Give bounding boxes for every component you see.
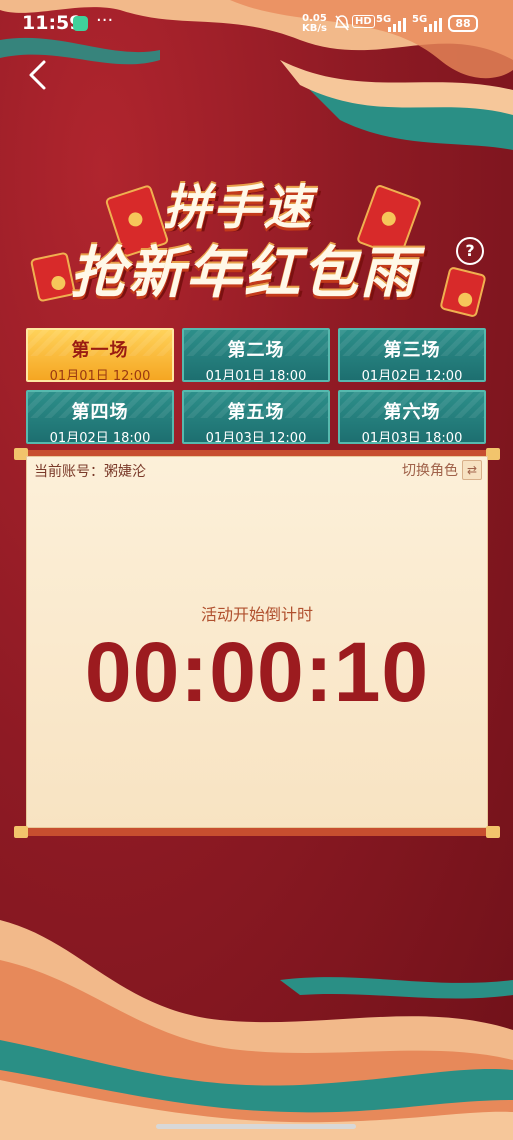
network-speed-unit: KB/s bbox=[302, 23, 327, 34]
session-time: 01月01日 18:00 bbox=[205, 369, 307, 382]
notification-app-icon bbox=[73, 16, 88, 31]
session-name: 第一场 bbox=[71, 340, 129, 361]
switch-role-button[interactable]: 切换角色 ⇄ bbox=[402, 460, 482, 480]
session-time: 01月03日 12:00 bbox=[205, 431, 307, 444]
session-time: 01月02日 18:00 bbox=[49, 431, 151, 444]
switch-role-label: 切换角色 bbox=[402, 463, 458, 479]
hd-voice-icon: HD bbox=[352, 15, 375, 28]
session-name: 第二场 bbox=[227, 340, 285, 361]
session-tab-6[interactable]: 第六场 01月03日 18:00 bbox=[338, 390, 486, 444]
session-name: 第三场 bbox=[383, 340, 441, 361]
chevron-left-icon bbox=[29, 60, 46, 90]
session-tab-5[interactable]: 第五场 01月03日 12:00 bbox=[182, 390, 330, 444]
session-time: 01月01日 12:00 bbox=[49, 369, 151, 382]
help-question-icon[interactable]: ? bbox=[456, 237, 484, 265]
title-line-2: 抢新年红包雨 bbox=[70, 240, 418, 306]
session-tabs: 第一场 01月01日 12:00 第二场 01月01日 18:00 第三场 01… bbox=[26, 328, 488, 444]
status-bar: 11:59 ··· 0.05 KB/s HD 5G 5G 88 bbox=[0, 0, 513, 48]
back-button[interactable] bbox=[24, 58, 52, 92]
more-notifications-icon: ··· bbox=[96, 10, 114, 31]
session-name: 第四场 bbox=[71, 402, 129, 423]
session-tab-3[interactable]: 第三场 01月02日 12:00 bbox=[338, 328, 486, 382]
swap-arrows-icon: ⇄ bbox=[462, 460, 482, 480]
event-title: 拼手速 抢新年红包雨 bbox=[0, 168, 513, 308]
scroll-rod-bottom bbox=[14, 826, 500, 838]
countdown-timer: 00:00:10 bbox=[84, 625, 430, 719]
mute-bell-icon bbox=[334, 14, 350, 36]
session-time: 01月02日 12:00 bbox=[361, 369, 463, 382]
countdown-label: 活动开始倒计时 bbox=[200, 605, 313, 624]
session-tab-4[interactable]: 第四场 01月02日 18:00 bbox=[26, 390, 174, 444]
home-indicator[interactable] bbox=[156, 1124, 356, 1129]
network-speed: 0.05 KB/s bbox=[302, 14, 327, 34]
current-account-label: 当前账号：粥婕沦 bbox=[34, 464, 146, 480]
bottom-wave-decoration bbox=[0, 920, 513, 1140]
countdown-panel: 当前账号：粥婕沦 切换角色 ⇄ 活动开始倒计时 00:00:10 bbox=[26, 456, 488, 828]
session-tab-1[interactable]: 第一场 01月01日 12:00 bbox=[26, 328, 174, 382]
session-time: 01月03日 18:00 bbox=[361, 431, 463, 444]
session-name: 第六场 bbox=[383, 402, 441, 423]
session-tab-2[interactable]: 第二场 01月01日 18:00 bbox=[182, 328, 330, 382]
signal-bars-icon-1 bbox=[388, 16, 406, 32]
battery-icon: 88 bbox=[448, 15, 478, 32]
signal-bars-icon-2 bbox=[424, 16, 442, 32]
session-name: 第五场 bbox=[227, 402, 285, 423]
